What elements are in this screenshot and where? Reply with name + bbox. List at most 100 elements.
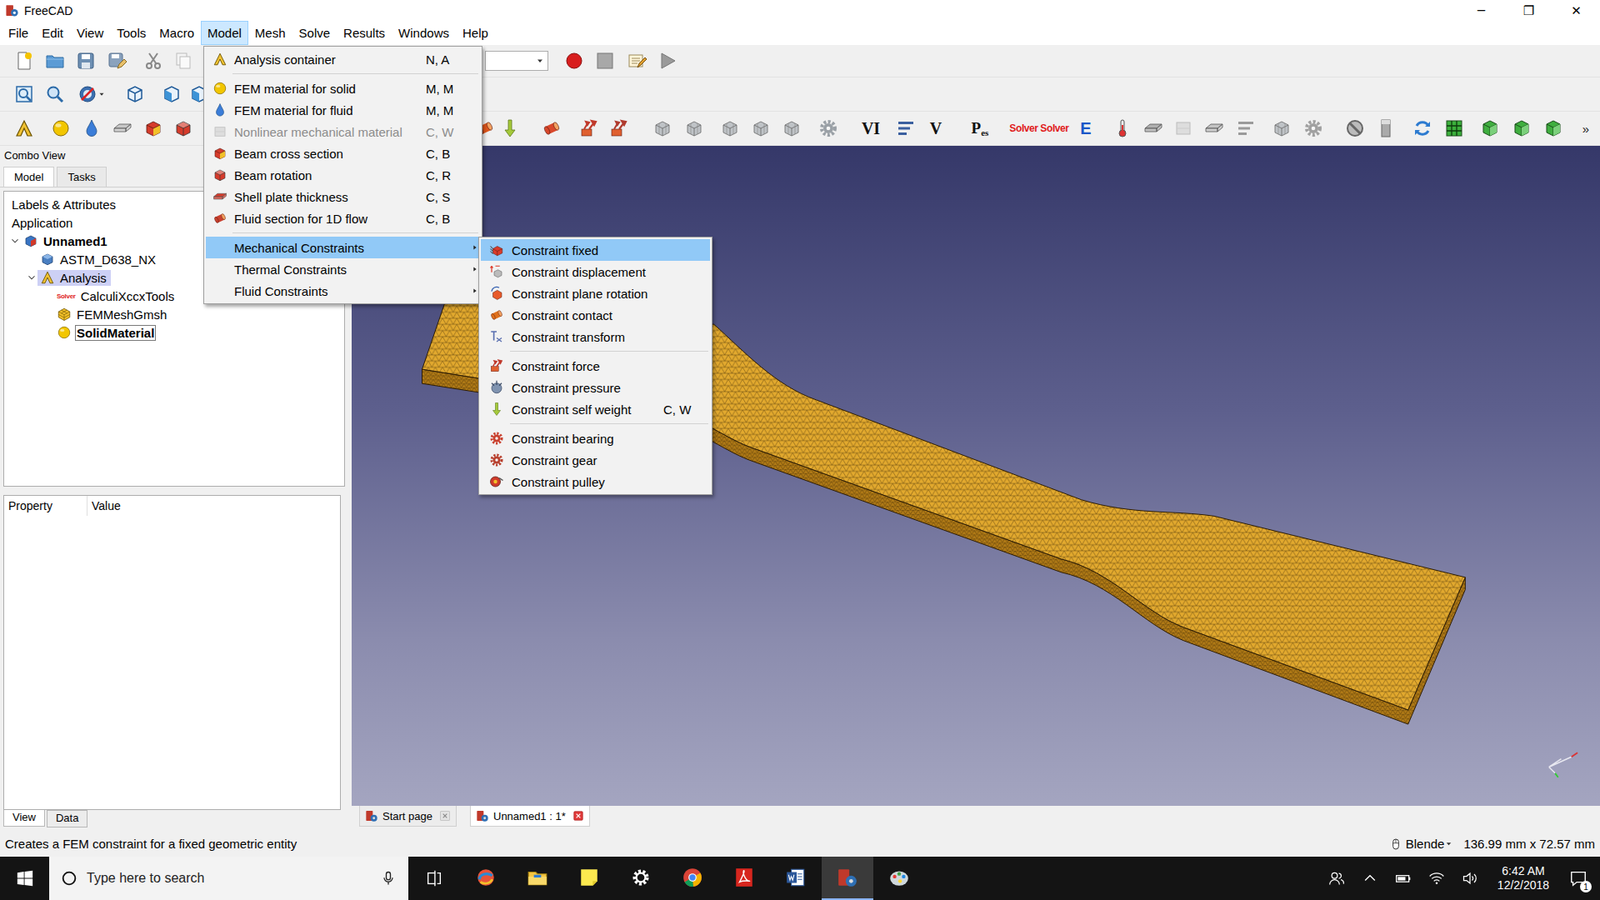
fit-selection-button[interactable] xyxy=(41,80,69,108)
document-tab[interactable]: Start page xyxy=(359,805,457,827)
menu-entry[interactable]: Constraint gear xyxy=(480,449,710,471)
property-column[interactable]: Property xyxy=(4,495,88,516)
menu-entry[interactable]: Constraint fixed xyxy=(480,239,710,261)
part-cube-button[interactable] xyxy=(1476,115,1504,142)
displacement-button[interactable] xyxy=(605,115,633,142)
analysis-button[interactable] xyxy=(10,115,38,142)
action-center-button[interactable]: 1 xyxy=(1560,856,1597,900)
part-solid-button[interactable] xyxy=(1508,115,1535,142)
isometric-button[interactable] xyxy=(121,80,149,108)
save-as-button[interactable] xyxy=(103,47,130,75)
new-button[interactable] xyxy=(10,47,38,75)
copy-button[interactable] xyxy=(170,47,197,75)
tab-close-button[interactable] xyxy=(572,810,585,822)
part-box-button[interactable] xyxy=(1540,115,1567,142)
taskbar-app[interactable] xyxy=(718,856,770,900)
property-tab[interactable]: View xyxy=(3,810,45,827)
volume-button[interactable] xyxy=(1453,856,1487,900)
menu-entry[interactable]: Constraint bearing xyxy=(480,427,710,450)
document-tab[interactable]: Unnamed1 : 1* xyxy=(470,805,590,827)
taskbar-app[interactable] xyxy=(770,856,822,900)
network-button[interactable] xyxy=(1420,856,1454,900)
tree-item[interactable]: FEMMeshGmsh xyxy=(4,305,345,324)
menu-entry[interactable]: Beam cross sectionC, B xyxy=(205,142,480,165)
menu-item[interactable]: Windows xyxy=(391,20,456,45)
taskbar-app[interactable] xyxy=(511,856,564,900)
menu-entry[interactable]: Fluid section for 1D flowC, B xyxy=(205,207,480,230)
material-solid-button[interactable] xyxy=(47,115,75,142)
maximize-button[interactable]: ❐ xyxy=(1505,3,1553,19)
draw-style-button[interactable] xyxy=(73,80,110,108)
save-button[interactable] xyxy=(72,47,100,75)
stress-list-button[interactable] xyxy=(892,115,920,142)
menu-item[interactable]: View xyxy=(70,20,110,45)
mesh-clear-button[interactable] xyxy=(815,115,842,142)
cut-plane-button[interactable] xyxy=(1200,115,1228,142)
people-button[interactable] xyxy=(1320,856,1354,900)
warp-button[interactable] xyxy=(1300,115,1327,142)
menu-item[interactable]: Help xyxy=(455,20,495,45)
toolbar-overflow-button[interactable]: » xyxy=(1579,115,1593,142)
front-view-button[interactable] xyxy=(158,80,185,108)
menu-entry[interactable]: Constraint displacement xyxy=(480,260,710,283)
search-box[interactable]: Type here to search xyxy=(49,856,409,900)
menu-entry[interactable]: Constraint force xyxy=(480,355,710,377)
von-mises-button[interactable]: VI xyxy=(855,115,886,142)
property-tab[interactable]: Data xyxy=(46,810,88,828)
menu-entry[interactable]: Analysis containerN, A xyxy=(205,48,480,70)
refresh-button[interactable] xyxy=(1409,115,1436,142)
combo-tab[interactable]: Tasks xyxy=(56,166,106,187)
menu-item[interactable]: Model xyxy=(200,20,249,45)
tree-item[interactable]: SolidMaterial xyxy=(4,323,345,342)
mesh-grid-button[interactable] xyxy=(1440,115,1468,142)
menu-item[interactable]: File xyxy=(1,20,35,45)
mesh-gmsh-button[interactable] xyxy=(680,115,708,142)
menu-item[interactable]: Macro xyxy=(152,20,201,45)
menu-entry[interactable]: Constraint transform xyxy=(480,325,710,348)
menu-item[interactable]: Results xyxy=(336,20,392,45)
run-macro-button[interactable] xyxy=(654,47,681,75)
principal-stress-button[interactable]: Pes xyxy=(963,115,997,142)
beam-section-button[interactable] xyxy=(140,115,167,142)
menu-entry[interactable]: Fluid Constraints xyxy=(205,280,480,302)
task-view-button[interactable] xyxy=(408,856,460,900)
open-button[interactable] xyxy=(41,47,69,75)
taskbar-app[interactable] xyxy=(460,856,512,900)
menu-entry[interactable]: Constraint self weightC, W xyxy=(480,398,710,420)
nonlinear-material-button[interactable] xyxy=(109,115,136,142)
combo-tab[interactable]: Model xyxy=(3,166,55,187)
menu-item[interactable]: Mesh xyxy=(248,20,293,45)
record-macro-button[interactable] xyxy=(560,47,588,75)
taskbar-app[interactable] xyxy=(821,856,874,900)
mesh-netgen-button[interactable] xyxy=(649,115,676,142)
solver-ccx-button[interactable]: Solver xyxy=(1008,115,1040,142)
minimize-button[interactable]: ─ xyxy=(1457,3,1505,19)
results-list-button[interactable] xyxy=(1232,115,1260,142)
menu-entry[interactable]: Constraint plane rotation xyxy=(480,282,710,305)
beam-rotation-button[interactable] xyxy=(170,115,197,142)
cut-button[interactable] xyxy=(140,47,167,75)
equation-button[interactable]: E xyxy=(1073,115,1099,142)
taskbar-app[interactable] xyxy=(873,856,925,900)
scalar-clip-button[interactable] xyxy=(1268,115,1295,142)
force-button[interactable] xyxy=(575,115,603,142)
expand-arrow-icon[interactable] xyxy=(9,235,21,247)
menu-entry[interactable]: Constraint pressure xyxy=(480,376,710,399)
menu-entry[interactable]: FEM material for solidM, M xyxy=(205,77,480,100)
clip-button[interactable] xyxy=(1170,115,1197,142)
solver-elmer-button[interactable]: Solver xyxy=(1039,115,1070,142)
menu-item[interactable]: Edit xyxy=(35,20,70,45)
clock[interactable]: 6:42 AM12/2/2018 xyxy=(1486,856,1560,900)
taskbar-app[interactable] xyxy=(615,856,667,900)
menu-entry[interactable]: Shell plate thicknessC, S xyxy=(205,185,480,208)
menu-item[interactable]: Solve xyxy=(292,20,338,45)
battery-button[interactable] xyxy=(1386,856,1420,900)
fit-all-button[interactable] xyxy=(10,80,38,108)
shell-button[interactable] xyxy=(1140,115,1167,142)
navigation-style[interactable]: Blende xyxy=(1405,836,1455,851)
menu-entry[interactable]: FEM material for fluidM, M xyxy=(205,99,480,121)
pressure-button[interactable] xyxy=(538,115,565,142)
property-column[interactable]: Value xyxy=(87,495,340,516)
hidden-icons-button[interactable] xyxy=(1353,856,1387,900)
menu-entry[interactable]: Beam rotationC, R xyxy=(205,164,480,186)
